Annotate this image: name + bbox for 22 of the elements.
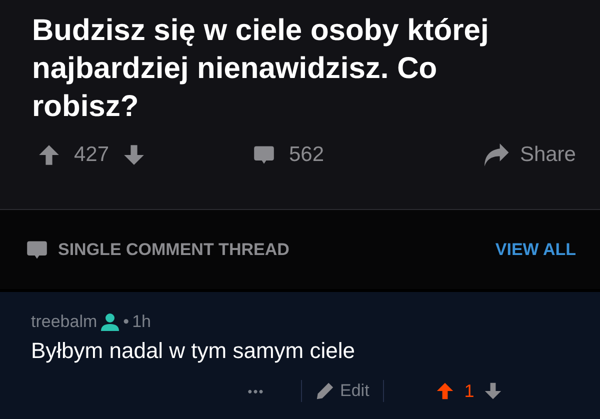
user-icon bbox=[100, 312, 120, 332]
separator-dot: • bbox=[123, 312, 130, 332]
post-title: Budzisz się w ciele osoby której najbardziej nienawidzisz. Co robisz? bbox=[32, 13, 490, 125]
comment-text: Byłbym nadal w tym samym ciele bbox=[31, 338, 356, 364]
pencil-icon bbox=[316, 382, 334, 400]
share-button[interactable]: Share bbox=[482, 142, 576, 168]
comment-count: 562 bbox=[288, 143, 324, 167]
vote-count: 1 bbox=[464, 380, 474, 402]
more-button[interactable]: ••• bbox=[211, 380, 301, 402]
share-icon bbox=[482, 142, 510, 168]
upvote-icon[interactable] bbox=[38, 144, 60, 166]
comment-icon bbox=[26, 238, 48, 260]
thread-label: SINGLE COMMENT THREAD bbox=[58, 240, 290, 260]
edit-button[interactable]: Edit bbox=[301, 380, 384, 402]
downvote-icon[interactable] bbox=[484, 382, 502, 400]
downvote-icon[interactable] bbox=[123, 144, 146, 166]
vote-count: 427 bbox=[74, 143, 110, 167]
comment-icon[interactable] bbox=[252, 144, 275, 166]
comment-author[interactable]: treebalm bbox=[31, 312, 98, 332]
upvote-icon[interactable] bbox=[436, 382, 454, 400]
view-all-link[interactable]: VIEW ALL bbox=[495, 240, 576, 260]
comment-age: 1h bbox=[132, 312, 152, 332]
